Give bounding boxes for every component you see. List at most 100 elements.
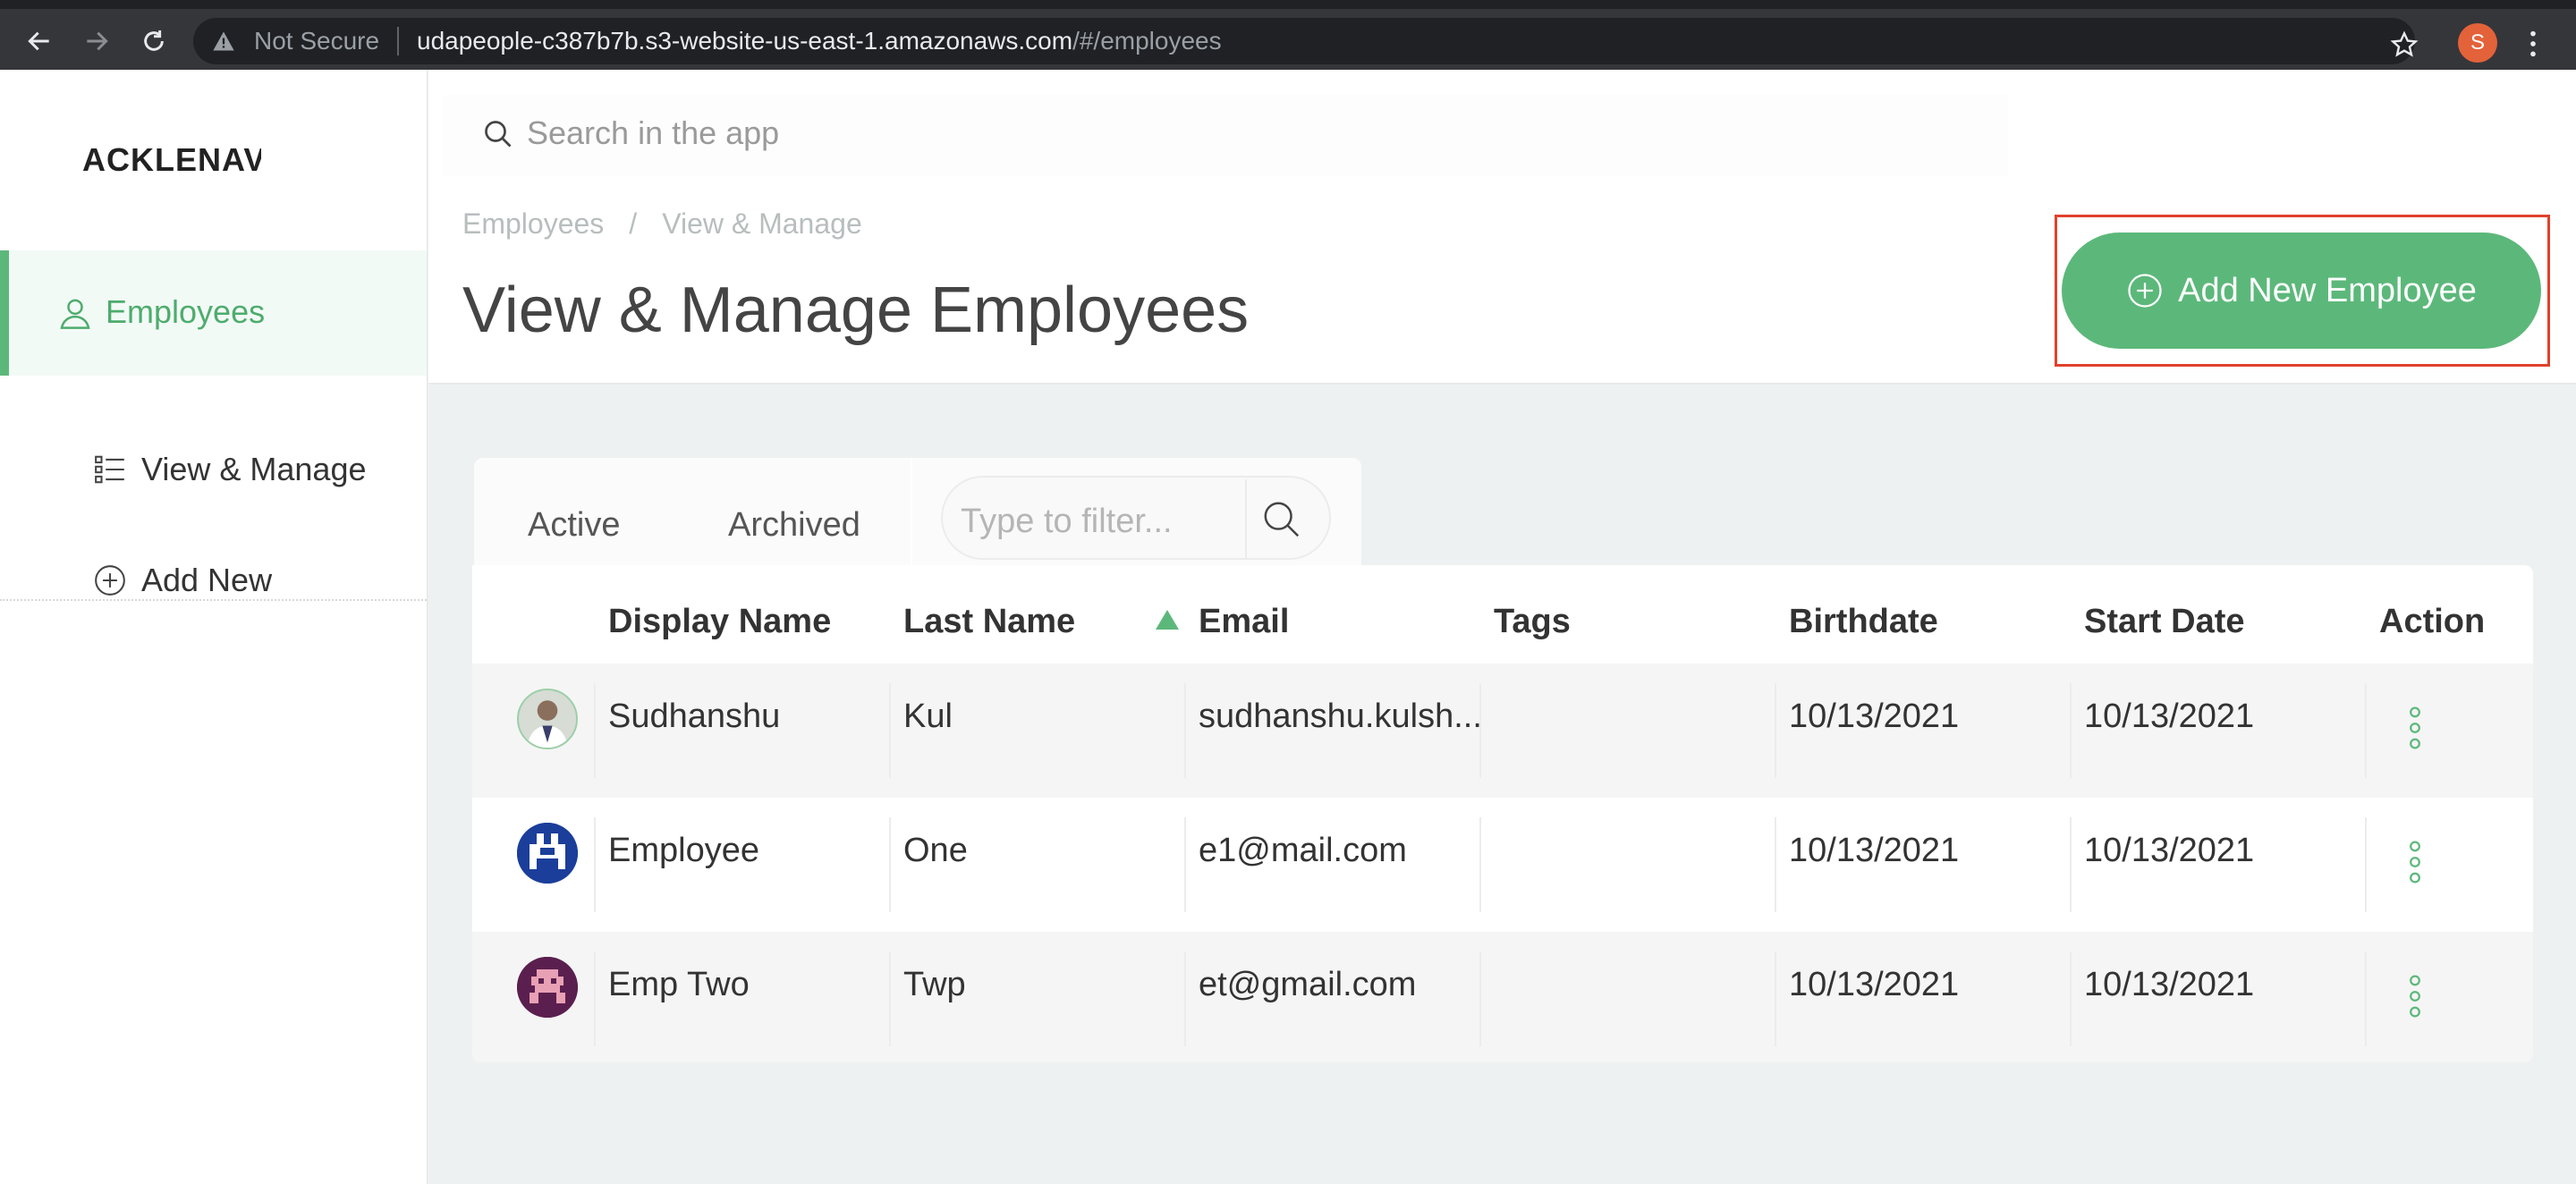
column-tags[interactable]: Tags <box>1494 603 1571 641</box>
app-search <box>443 95 2008 175</box>
sidebar: ACKLENAVENUE Employees View & Manage Add… <box>0 70 428 1184</box>
more-actions-icon[interactable] <box>2408 975 2422 1018</box>
breadcrumb-separator: / <box>629 207 638 240</box>
back-icon[interactable] <box>23 25 55 57</box>
column-divider <box>594 951 596 1046</box>
column-divider <box>1479 817 1481 912</box>
plus-circle-icon <box>2128 274 2162 308</box>
sidebar-item-employees[interactable]: Employees <box>0 250 427 376</box>
page-header: Employees / View & Manage View & Manage Em… <box>428 70 2576 385</box>
forward-icon[interactable] <box>80 25 113 57</box>
column-divider <box>2070 683 2072 778</box>
column-divider <box>1775 817 1776 912</box>
column-divider <box>1184 951 1186 1046</box>
bookmark-star-icon[interactable] <box>2390 30 2419 59</box>
search-icon[interactable] <box>1261 499 1302 540</box>
add-new-employee-label: Add New Employee <box>2178 271 2477 309</box>
user-icon <box>60 299 90 329</box>
column-divider <box>2070 951 2072 1046</box>
url-path: /#/employees <box>1072 27 1222 55</box>
column-divider <box>2365 817 2367 912</box>
plus-circle-icon <box>95 565 125 596</box>
sidebar-item-view-manage[interactable]: View & Manage <box>0 429 427 510</box>
add-new-employee-button[interactable]: Add New Employee <box>2062 233 2541 349</box>
cell-display-name: Emp Two <box>608 966 750 1003</box>
search-input[interactable] <box>527 114 1868 152</box>
filter-input[interactable] <box>961 503 1247 541</box>
browser-toolbar: Not Secure udapeople-c387b7b.s3-website-… <box>0 0 2576 70</box>
url-text: udapeople-c387b7b.s3-website-us-east-1.a… <box>417 29 1222 54</box>
address-divider <box>397 27 399 55</box>
column-email[interactable]: Email <box>1199 603 1289 641</box>
more-actions-icon[interactable] <box>2408 706 2422 749</box>
reload-icon[interactable] <box>138 25 170 57</box>
cell-email: sudhanshu.kulsh... <box>1199 698 1482 735</box>
column-birthdate[interactable]: Birthdate <box>1789 603 1938 641</box>
not-secure-label: Not Secure <box>254 27 380 55</box>
column-divider <box>1479 951 1481 1046</box>
cell-last-name: Kul <box>903 698 953 735</box>
cell-display-name: Employee <box>608 832 759 869</box>
tab-divider <box>911 458 912 565</box>
column-divider <box>2070 817 2072 912</box>
column-start-date[interactable]: Start Date <box>2084 603 2245 641</box>
filter-box <box>941 476 1331 560</box>
cell-last-name: Twp <box>903 966 966 1003</box>
cell-display-name: Sudhanshu <box>608 698 781 735</box>
cell-start-date: 10/13/2021 <box>2084 832 2255 869</box>
cell-email: et@gmail.com <box>1199 966 1417 1003</box>
column-divider <box>594 817 596 912</box>
column-divider <box>1775 951 1776 1046</box>
sidebar-item-label: Employees <box>106 293 266 330</box>
tabs-bar: Active Archived <box>474 458 1361 565</box>
cell-birthdate: 10/13/2021 <box>1789 698 1960 735</box>
column-divider <box>889 683 891 778</box>
table-row[interactable]: Employee One e1@mail.com 10/13/2021 10/1… <box>472 798 2533 932</box>
column-last-name[interactable]: Last Name <box>903 603 1075 641</box>
tab-active[interactable]: Active <box>528 506 620 545</box>
avatar <box>517 957 578 1018</box>
sidebar-item-add-new[interactable]: Add New <box>0 540 427 621</box>
table-header: Display Name Last Name Email Tags Birthd… <box>472 565 2533 664</box>
table-row[interactable]: Emp Two Twp et@gmail.com 10/13/2021 10/1… <box>472 932 2533 1062</box>
breadcrumb-employees[interactable]: Employees <box>462 207 604 240</box>
column-divider <box>1184 683 1186 778</box>
warning-icon <box>213 31 234 51</box>
cell-email: e1@mail.com <box>1199 832 1407 869</box>
table-row[interactable]: Sudhanshu Kul sudhanshu.kulsh... 10/13/2… <box>472 664 2533 798</box>
logo: ACKLENAVENUE <box>82 141 261 178</box>
cell-birthdate: 10/13/2021 <box>1789 966 1960 1003</box>
breadcrumb-view-manage: View & Manage <box>662 207 862 240</box>
column-divider <box>1184 817 1186 912</box>
column-divider <box>1479 683 1481 778</box>
cell-start-date: 10/13/2021 <box>2084 966 2255 1003</box>
filter-divider <box>1245 479 1247 558</box>
cell-last-name: One <box>903 832 968 869</box>
cell-start-date: 10/13/2021 <box>2084 698 2255 735</box>
tab-archived[interactable]: Archived <box>728 506 860 545</box>
avatar <box>517 823 578 884</box>
more-actions-icon[interactable] <box>2408 841 2422 884</box>
profile-avatar[interactable]: S <box>2458 23 2497 63</box>
sort-ascending-icon[interactable] <box>1156 610 1179 630</box>
column-display-name[interactable]: Display Name <box>608 603 831 641</box>
browser-menu-icon[interactable] <box>2524 29 2542 59</box>
column-divider <box>594 683 596 778</box>
url-host: udapeople-c387b7b.s3-website-us-east-1.a… <box>417 27 1073 55</box>
sidebar-item-label: Add New <box>141 562 273 598</box>
cell-birthdate: 10/13/2021 <box>1789 832 1960 869</box>
column-divider <box>889 951 891 1046</box>
column-divider <box>889 817 891 912</box>
page-title: View & Manage Employees <box>462 275 1250 346</box>
address-bar[interactable]: Not Secure udapeople-c387b7b.s3-website-… <box>193 18 2415 64</box>
list-icon <box>95 455 124 484</box>
employees-table: Display Name Last Name Email Tags Birthd… <box>472 565 2533 1062</box>
column-action: Action <box>2379 603 2486 640</box>
sidebar-item-label: View & Manage <box>141 451 367 487</box>
column-divider <box>2365 683 2367 778</box>
column-divider <box>1775 683 1776 778</box>
breadcrumb: Employees / View & Manage <box>462 207 887 241</box>
avatar <box>517 689 578 749</box>
sidebar-divider <box>0 599 427 601</box>
column-divider <box>2365 951 2367 1046</box>
